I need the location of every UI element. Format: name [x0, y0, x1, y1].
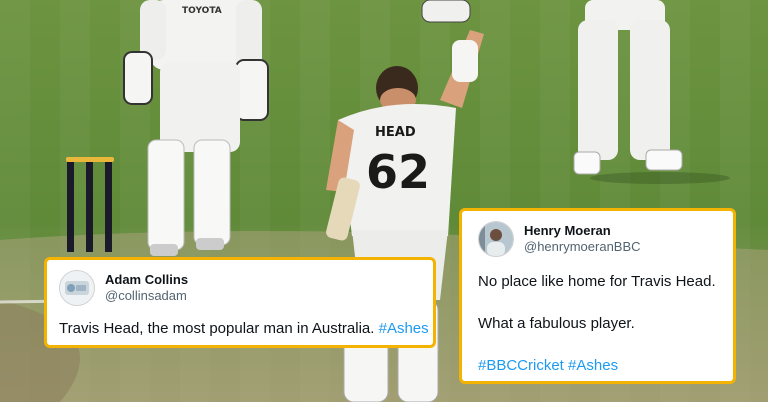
author-name[interactable]: Henry Moeran	[524, 223, 641, 239]
hashtag-link[interactable]: #BBCCricket	[478, 357, 564, 374]
author-name[interactable]: Adam Collins	[105, 272, 188, 288]
logo-avatar-icon[interactable]	[59, 270, 95, 306]
tweet-card-adam-collins[interactable]: Adam Collins @collinsadam Travis Head, t…	[44, 257, 436, 348]
tweet-body: Travis Head, the most popular man in Aus…	[59, 320, 375, 337]
shirt-number: 62	[366, 145, 430, 199]
photo-avatar-icon[interactable]	[478, 221, 514, 257]
author-handle[interactable]: @henrymoeranBBC	[524, 239, 641, 255]
author-handle[interactable]: @collinsadam	[105, 288, 188, 304]
sponsor-text: TOYOTA	[182, 6, 222, 16]
tweet-card-henry-moeran[interactable]: Henry Moeran @henrymoeranBBC No place li…	[459, 208, 736, 384]
tweet-header: Henry Moeran @henrymoeranBBC	[478, 221, 641, 257]
tweet-header: Adam Collins @collinsadam	[59, 270, 188, 306]
hashtag-link[interactable]: #Ashes	[568, 357, 618, 374]
stumps	[66, 157, 114, 252]
tweet-line-2: What a fabulous player.	[478, 315, 635, 332]
tweet-text: Travis Head, the most popular man in Aus…	[59, 320, 429, 339]
shirt-name: HEAD	[375, 125, 416, 140]
tweet-hashtags: #BBCCricket #Ashes	[478, 357, 618, 376]
hashtag-link[interactable]: #Ashes	[379, 320, 429, 337]
tweet-line-1: No place like home for Travis Head.	[478, 273, 716, 290]
